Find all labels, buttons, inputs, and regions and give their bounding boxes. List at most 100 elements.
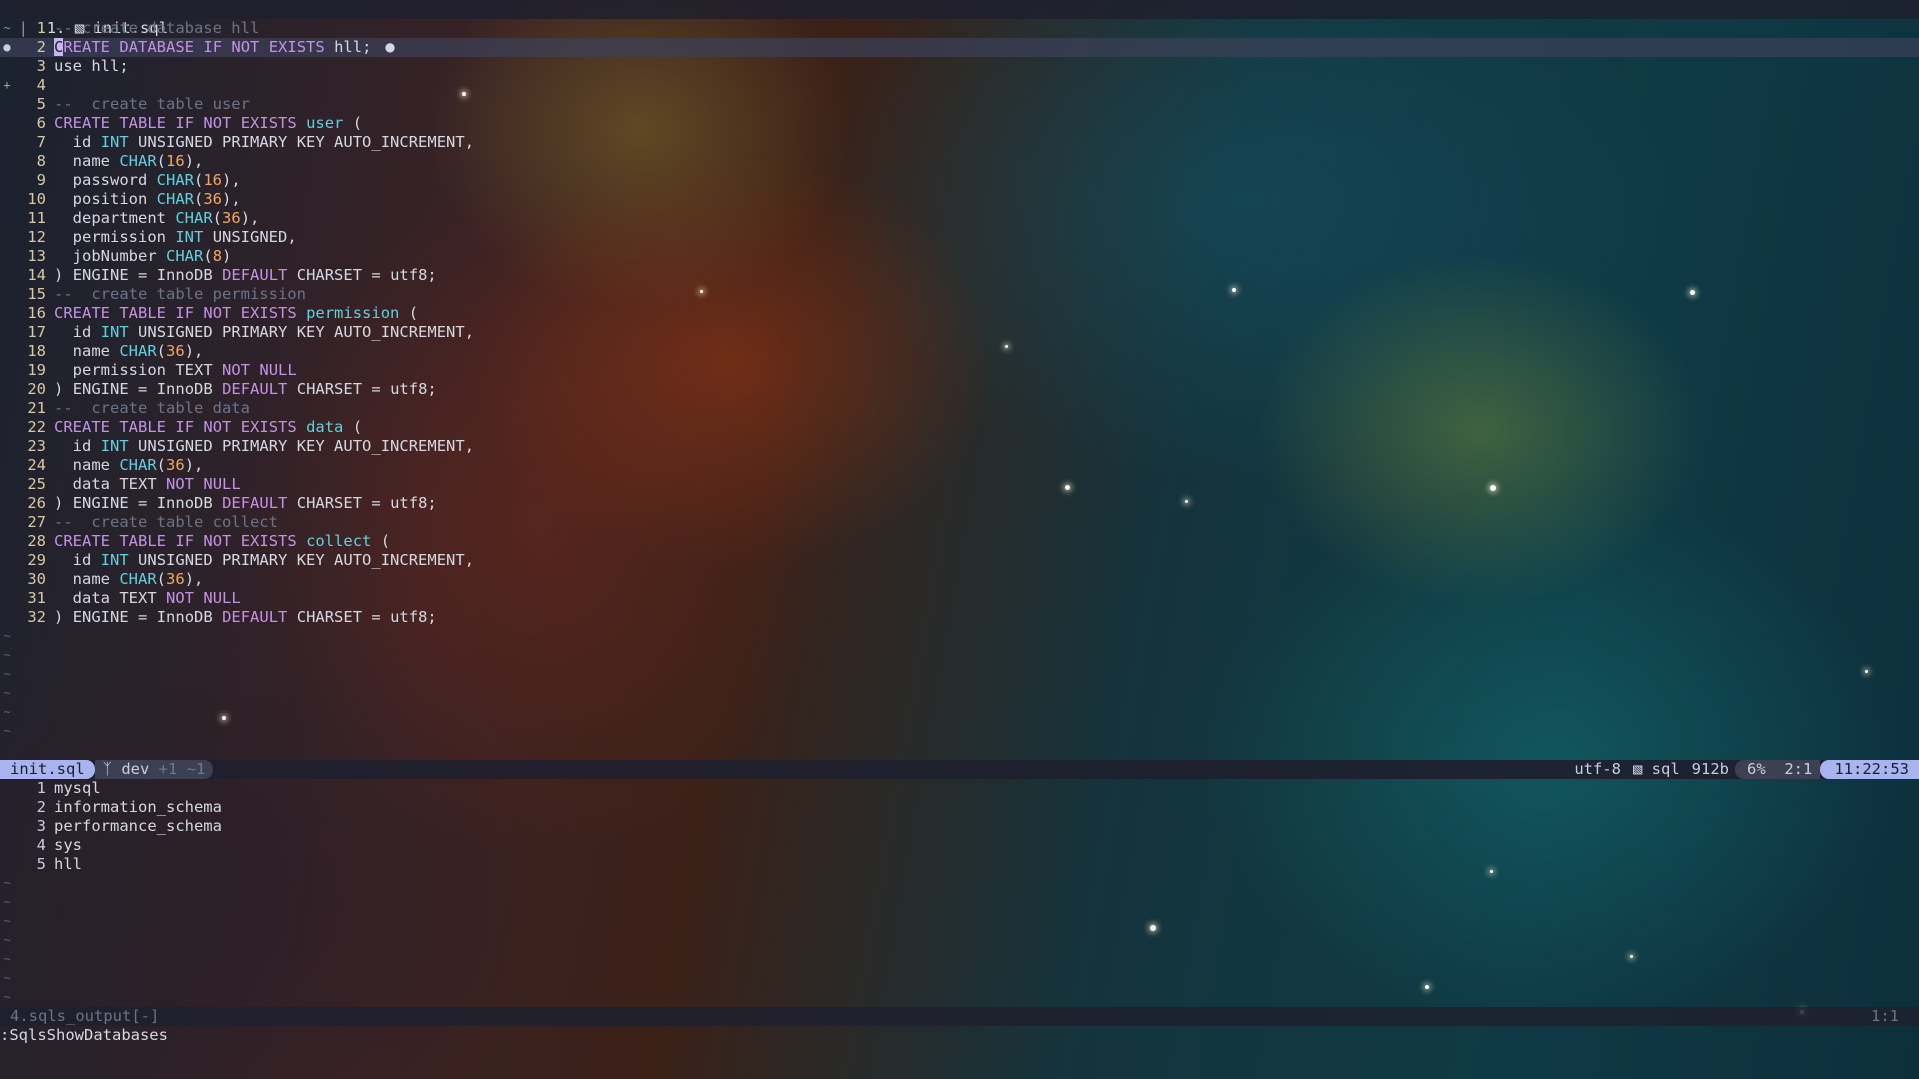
line-number: 18 bbox=[27, 342, 46, 360]
line-number: 3 bbox=[36, 817, 46, 835]
sign-column bbox=[0, 342, 14, 361]
code-line[interactable]: 28 CREATE TABLE IF NOT EXISTS collect ( bbox=[0, 532, 1919, 551]
empty-line-marker: ~ bbox=[3, 933, 11, 947]
empty-line-marker: ~ bbox=[3, 990, 11, 1004]
empty-line-marker: ~ bbox=[3, 876, 11, 890]
code-line[interactable]: 12 permission INT UNSIGNED, bbox=[0, 228, 1919, 247]
database-name: sys bbox=[54, 836, 82, 854]
empty-line-marker: ~ bbox=[3, 686, 11, 700]
encoding: utf-8 bbox=[1574, 760, 1621, 778]
code-line[interactable]: 11 department CHAR(36), bbox=[0, 209, 1919, 228]
line-number: 17 bbox=[27, 323, 46, 341]
code-line[interactable]: 3 use hll; bbox=[0, 57, 1919, 76]
sign-column bbox=[0, 285, 14, 304]
database-name: mysql bbox=[54, 779, 101, 797]
code-line[interactable]: 17 id INT UNSIGNED PRIMARY KEY AUTO_INCR… bbox=[0, 323, 1919, 342]
editor-buffer[interactable]: ~1 -- create database hll ● 2 CREATE DATABAS… bbox=[0, 19, 1919, 741]
empty-line-marker: ~ bbox=[3, 952, 11, 966]
database-name: hll bbox=[54, 855, 82, 873]
code-line[interactable]: 7 id INT UNSIGNED PRIMARY KEY AUTO_INCRE… bbox=[0, 133, 1919, 152]
database-list-item[interactable]: 5 hll bbox=[0, 855, 1919, 874]
code-line[interactable]: 13 jobNumber CHAR(8) bbox=[0, 247, 1919, 266]
line-number: 11 bbox=[27, 209, 46, 227]
code-line[interactable]: 31 data TEXT NOT NULL bbox=[0, 589, 1919, 608]
code-line[interactable]: 16 CREATE TABLE IF NOT EXISTS permission … bbox=[0, 304, 1919, 323]
line-text: -- create table permission bbox=[54, 285, 306, 303]
line-text: ) ENGINE = InnoDB DEFAULT CHARSET = utf8… bbox=[54, 380, 437, 398]
statusline: init.sql ᛉ dev +1 ~1 utf-8 ▧ sql 912b 6%… bbox=[0, 760, 1919, 779]
scroll-percent: 6% 2:1 bbox=[1735, 760, 1821, 779]
code-line[interactable]: 32) ENGINE = InnoDB DEFAULT CHARSET = ut… bbox=[0, 608, 1919, 627]
empty-line-marker: ~ bbox=[3, 724, 11, 738]
line-number: 16 bbox=[27, 304, 46, 322]
line-number: 28 bbox=[27, 532, 46, 550]
line-text: use hll; bbox=[54, 57, 129, 75]
code-line[interactable]: 25 data TEXT NOT NULL bbox=[0, 475, 1919, 494]
code-line[interactable]: 27 -- create table collect bbox=[0, 513, 1919, 532]
line-number: 26 bbox=[27, 494, 46, 512]
database-list-item[interactable]: 2 information_schema bbox=[0, 798, 1919, 817]
sign-column bbox=[0, 133, 14, 152]
line-text: id INT UNSIGNED PRIMARY KEY AUTO_INCREME… bbox=[72, 551, 475, 569]
code-line[interactable]: ● 2 CREATE DATABASE IF NOT EXISTS hll; ● bbox=[0, 38, 1919, 57]
line-number: 30 bbox=[27, 570, 46, 588]
code-line[interactable]: 26) ENGINE = InnoDB DEFAULT CHARSET = ut… bbox=[0, 494, 1919, 513]
code-line[interactable]: 5 -- create table user bbox=[0, 95, 1919, 114]
statusline-branch: ᛉ dev +1 ~1 bbox=[94, 760, 214, 779]
code-line[interactable]: 18 name CHAR(36), bbox=[0, 342, 1919, 361]
sign-column bbox=[0, 532, 14, 551]
line-number: 13 bbox=[27, 247, 46, 265]
code-line[interactable]: 30 name CHAR(36), bbox=[0, 570, 1919, 589]
line-text: data TEXT NOT NULL bbox=[72, 475, 241, 493]
line-number: 29 bbox=[27, 551, 46, 569]
output-cursor-position: 1:1 bbox=[1871, 1007, 1899, 1025]
sqls-output-buffer[interactable]: 1 mysql 2 information_schema 3 performance_sc… bbox=[0, 779, 1919, 1007]
code-line[interactable]: 20) ENGINE = InnoDB DEFAULT CHARSET = ut… bbox=[0, 380, 1919, 399]
line-text: CREATE TABLE IF NOT EXISTS collect ( bbox=[54, 532, 391, 550]
line-text: ) ENGINE = InnoDB DEFAULT CHARSET = utf8… bbox=[54, 266, 437, 284]
line-number: 24 bbox=[27, 456, 46, 474]
code-line[interactable]: 29 id INT UNSIGNED PRIMARY KEY AUTO_INCR… bbox=[0, 551, 1919, 570]
code-line[interactable]: ~1 -- create database hll bbox=[0, 19, 1919, 38]
code-line[interactable]: 21 -- create table data bbox=[0, 399, 1919, 418]
empty-line-marker: ~ bbox=[3, 667, 11, 681]
sign-column bbox=[0, 152, 14, 171]
line-text: CREATE DATABASE IF NOT EXISTS hll; ● bbox=[54, 38, 395, 56]
code-line[interactable]: 23 id INT UNSIGNED PRIMARY KEY AUTO_INCR… bbox=[0, 437, 1919, 456]
empty-line-marker: ~ bbox=[3, 629, 11, 643]
line-text: permission TEXT NOT NULL bbox=[72, 361, 297, 379]
database-name: information_schema bbox=[54, 798, 222, 816]
code-line[interactable]: 15 -- create table permission bbox=[0, 285, 1919, 304]
database-list-item[interactable]: 1 mysql bbox=[0, 779, 1919, 798]
code-line[interactable]: 6 CREATE TABLE IF NOT EXISTS user ( bbox=[0, 114, 1919, 133]
line-text: -- create table collect bbox=[54, 513, 278, 531]
line-text: id INT UNSIGNED PRIMARY KEY AUTO_INCREME… bbox=[72, 437, 475, 455]
code-line[interactable]: 14) ENGINE = InnoDB DEFAULT CHARSET = ut… bbox=[0, 266, 1919, 285]
code-line[interactable]: 22 CREATE TABLE IF NOT EXISTS data ( bbox=[0, 418, 1919, 437]
line-number: 10 bbox=[27, 190, 46, 208]
database-list-item[interactable]: 4 sys bbox=[0, 836, 1919, 855]
line-number: 9 bbox=[36, 171, 46, 189]
code-action-lightbulb-icon[interactable]: ● bbox=[385, 38, 394, 56]
line-number: 1 bbox=[36, 779, 46, 797]
filesize: 912b bbox=[1691, 760, 1729, 778]
empty-line-marker: ~ bbox=[3, 705, 11, 719]
line-text: -- create table data bbox=[54, 399, 250, 417]
code-line[interactable]: +4 bbox=[0, 76, 1919, 95]
code-line[interactable]: 9 password CHAR(16), bbox=[0, 171, 1919, 190]
code-line[interactable]: 24 name CHAR(36), bbox=[0, 456, 1919, 475]
branch-name: dev bbox=[121, 760, 150, 778]
sign-column bbox=[0, 247, 14, 266]
database-name: performance_schema bbox=[54, 817, 222, 835]
code-line[interactable]: 8 name CHAR(16), bbox=[0, 152, 1919, 171]
line-text: id INT UNSIGNED PRIMARY KEY AUTO_INCREME… bbox=[72, 133, 475, 151]
line-text: CREATE TABLE IF NOT EXISTS user ( bbox=[54, 114, 363, 132]
diff-stats: +1 ~1 bbox=[158, 760, 206, 778]
command-line[interactable]: :SqlsShowDatabases bbox=[0, 1026, 168, 1045]
database-list-item[interactable]: 3 performance_schema bbox=[0, 817, 1919, 836]
line-text: department CHAR(36), bbox=[72, 209, 260, 227]
database-icon: ▧ bbox=[1632, 760, 1643, 778]
code-line[interactable]: 19 permission TEXT NOT NULL bbox=[0, 361, 1919, 380]
sign-column bbox=[0, 57, 14, 76]
code-line[interactable]: 10 position CHAR(36), bbox=[0, 190, 1919, 209]
